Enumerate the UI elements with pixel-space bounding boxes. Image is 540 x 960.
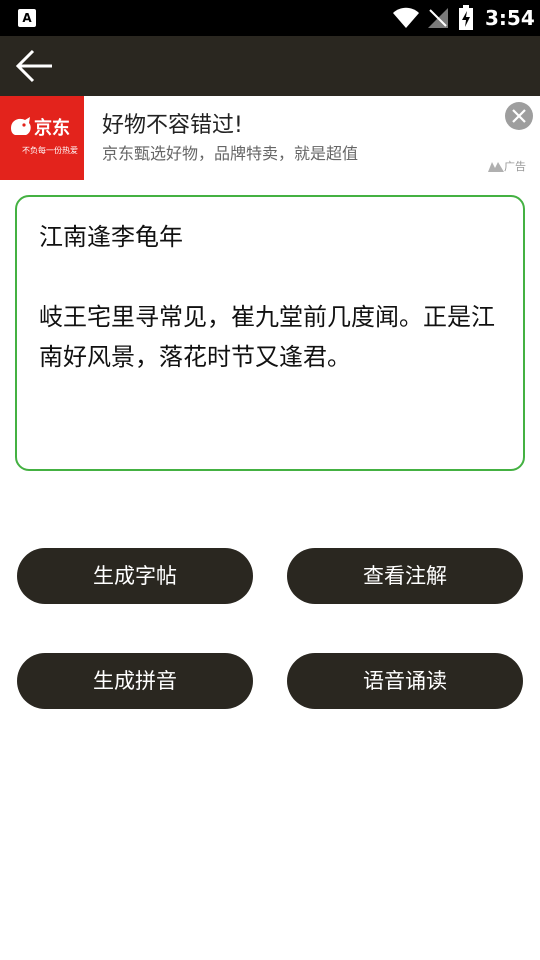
battery-charging-icon xyxy=(459,5,473,30)
clock: 3:54 xyxy=(485,6,535,30)
status-bar: A 3:54 xyxy=(0,0,540,36)
close-icon[interactable] xyxy=(505,102,533,130)
ad-banner[interactable]: 京东 不负每一份热爱 好物不容错过! 京东甄选好物，品牌特卖，就是超值 广告 xyxy=(0,96,540,180)
poem-text-area[interactable]: 江南逢李龟年 岐王宅里寻常见，崔九堂前几度闻。正是江南好风景，落花时节又逢君。 xyxy=(15,195,525,471)
ad-tag: 广告 xyxy=(488,160,526,174)
jd-dog-icon xyxy=(11,117,31,135)
back-arrow-icon[interactable] xyxy=(14,46,56,86)
ad-description: 京东甄选好物，品牌特卖，就是超值 xyxy=(102,144,359,163)
generate-pinyin-button[interactable]: 生成拼音 xyxy=(17,653,253,709)
read-aloud-button[interactable]: 语音诵读 xyxy=(287,653,523,709)
no-signal-icon xyxy=(428,8,448,28)
app-badge-letter: A xyxy=(22,11,32,25)
toolbar xyxy=(0,36,540,96)
ad-brand: 京东 xyxy=(34,118,70,139)
ad-title: 好物不容错过! xyxy=(102,113,243,138)
ad-tag-label: 广告 xyxy=(504,160,526,173)
view-annotation-button[interactable]: 查看注解 xyxy=(287,548,523,604)
ad-slogan: 不负每一份热爱 xyxy=(22,146,78,155)
generate-copybook-button[interactable]: 生成字帖 xyxy=(17,548,253,604)
ad-mark-icon xyxy=(488,162,504,172)
poem-content[interactable]: 江南逢李龟年 岐王宅里寻常见，崔九堂前几度闻。正是江南好风景，落花时节又逢君。 xyxy=(39,217,501,377)
jd-logo: 京东 不负每一份热爱 xyxy=(0,96,84,180)
app-notification-icon: A xyxy=(18,9,36,27)
wifi-icon xyxy=(393,7,419,28)
